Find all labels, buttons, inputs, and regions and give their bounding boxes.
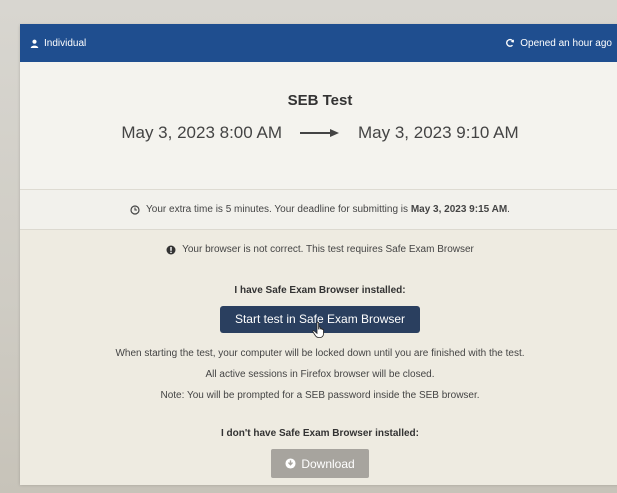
test-title: SEB Test	[287, 92, 353, 109]
user-label: Individual	[44, 37, 87, 49]
test-card: Individual Opened an hour ago SEB Test M…	[20, 24, 617, 485]
opened-status: Opened an hour ago	[505, 38, 612, 49]
browser-warning-text: Your browser is not correct. This test r…	[182, 244, 474, 255]
browser-warning: Your browser is not correct. This test r…	[20, 230, 617, 255]
clock-icon	[130, 204, 140, 215]
test-info: SEB Test May 3, 2023 8:00 AM May 3, 2023…	[20, 62, 617, 190]
launch-section: Your browser is not correct. This test r…	[20, 230, 617, 485]
user-indicator: Individual	[30, 38, 86, 49]
header-bar: Individual Opened an hour ago	[20, 24, 617, 62]
extra-time-notice: Your extra time is 5 minutes. Your deadl…	[20, 190, 617, 230]
seb-notes: When starting the test, your computer wi…	[20, 343, 617, 406]
start-time: May 3, 2023 8:00 AM	[121, 123, 282, 142]
deadline-value: May 3, 2023 9:15 AM	[410, 204, 508, 215]
exclamation-circle-icon	[166, 245, 176, 255]
test-time-range: May 3, 2023 8:00 AM May 3, 2023 9:10 AM	[20, 123, 617, 143]
installed-heading: I have Safe Exam Browser installed:	[234, 285, 406, 296]
download-button[interactable]: Download	[271, 449, 369, 478]
arrow-right-icon	[300, 123, 340, 143]
start-seb-button[interactable]: Start test in Safe Exam Browser	[220, 306, 420, 338]
extra-time-suffix: .	[507, 204, 510, 215]
seb-note-line: When starting the test, your computer wi…	[115, 348, 525, 359]
download-button-label: Download	[301, 456, 355, 471]
screen-background: Individual Opened an hour ago SEB Test M…	[0, 0, 617, 493]
person-icon	[30, 39, 39, 48]
seb-note-line: All active sessions in Firefox browser w…	[205, 369, 435, 380]
not-installed-heading: I don't have Safe Exam Browser installed…	[221, 428, 419, 439]
seb-note-line: Note: You will be prompted for a SEB pas…	[160, 390, 480, 401]
extra-time-text: Your extra time is 5 minutes. Your deadl…	[146, 204, 409, 215]
end-time: May 3, 2023 9:10 AM	[358, 123, 519, 142]
hand-cursor-icon	[312, 322, 324, 338]
download-circle-icon	[285, 458, 296, 469]
refresh-icon	[505, 38, 515, 48]
opened-status-label: Opened an hour ago	[520, 37, 612, 49]
